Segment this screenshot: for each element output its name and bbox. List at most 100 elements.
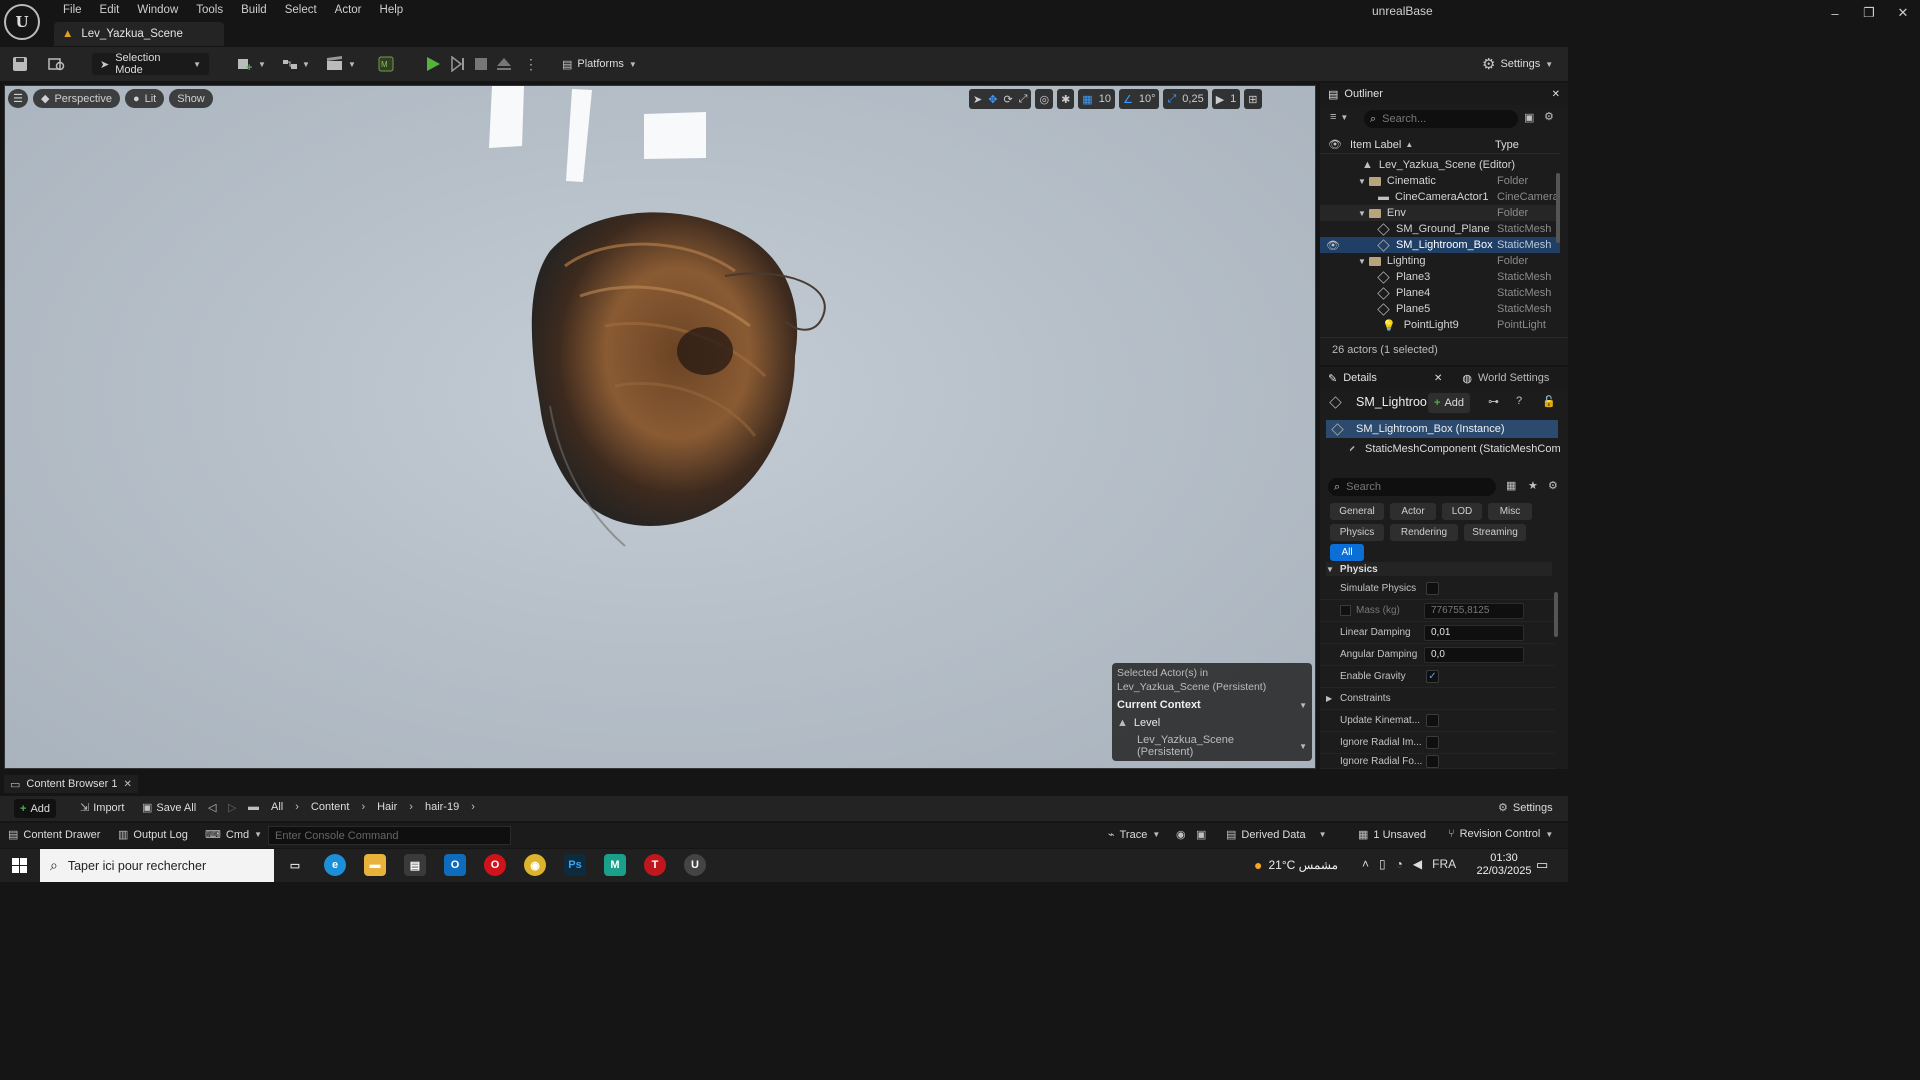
app-m-icon[interactable]: M	[604, 854, 626, 876]
details-search[interactable]: ⌕ Search	[1328, 478, 1496, 496]
tree-row[interactable]: ▼ Lighting Folder	[1320, 253, 1560, 269]
content-drawer-button[interactable]: ▤ Content Drawer	[8, 828, 100, 842]
category-general[interactable]: General	[1330, 503, 1384, 520]
eject-icon[interactable]	[496, 54, 512, 74]
photoshop-icon[interactable]: Ps	[564, 854, 586, 876]
content-browser-tab[interactable]: ▭ Content Browser 1 ✕	[4, 775, 138, 793]
close-icon[interactable]: ✕	[1886, 5, 1920, 21]
menu-tools[interactable]: Tools	[187, 4, 232, 16]
help-icon[interactable]: ?	[1516, 395, 1522, 407]
details-search-input[interactable]: Search	[1346, 481, 1381, 493]
close-icon[interactable]: ✕	[1434, 373, 1442, 384]
category-lod[interactable]: LOD	[1442, 503, 1482, 520]
tree-row[interactable]: Plane5 StaticMesh	[1320, 301, 1560, 317]
breadcrumb-hair-19[interactable]: hair-19	[425, 801, 459, 813]
gear-icon[interactable]: ⚙	[1544, 110, 1554, 123]
item-label-column[interactable]: Item Label	[1350, 139, 1401, 151]
chrome-icon[interactable]: ◉	[524, 854, 546, 876]
revision-control-dropdown[interactable]: ⑂ Revision Control ▼	[1448, 828, 1553, 840]
angular-damping-field[interactable]: 0,0	[1424, 646, 1524, 663]
cmd-dropdown[interactable]: ⌨ Cmd ▼	[205, 828, 262, 842]
save-icon[interactable]	[12, 54, 28, 74]
unsaved-button[interactable]: ▦ 1 Unsaved	[1358, 828, 1426, 842]
add-actor-button[interactable]: + ▼	[236, 54, 266, 74]
viewport-menu-icon[interactable]: ☰	[8, 89, 28, 108]
edge-icon[interactable]: e	[324, 854, 346, 876]
gear-icon[interactable]: ⚙	[1548, 479, 1558, 492]
menu-edit[interactable]: Edit	[91, 4, 129, 16]
select-tool-icon[interactable]: ➤	[973, 93, 982, 106]
tree-row-selected[interactable]: 👁 SM_Lightroom_Box StaticMesh	[1320, 237, 1560, 253]
blueprint-button[interactable]: ▼	[282, 54, 310, 74]
expand-icon[interactable]: ▼	[1358, 257, 1366, 266]
tree-row[interactable]: ▬ CineCameraActor1 CineCamera	[1320, 189, 1560, 205]
task-view-icon[interactable]: ▭	[284, 854, 306, 876]
close-icon[interactable]: ✕	[124, 779, 132, 790]
output-log-button[interactable]: ▥ Output Log	[118, 828, 188, 842]
chevron-right-icon[interactable]: ›	[295, 801, 299, 813]
component-row[interactable]: StaticMeshComponent (StaticMeshComp	[1350, 440, 1560, 458]
taskbar-search-input[interactable]: Taper ici pour rechercher	[68, 859, 206, 873]
language-indicator[interactable]: FRA	[1432, 857, 1456, 871]
lock-icon[interactable]: 🔓	[1542, 395, 1556, 408]
tree-row[interactable]: 💡 PointLight9 PointLight	[1320, 317, 1560, 333]
selection-mode-dropdown[interactable]: ➤ Selection Mode ▼	[92, 52, 209, 76]
stop-icon[interactable]	[473, 54, 489, 74]
star-icon[interactable]: ★	[1528, 479, 1538, 492]
settings-dropdown[interactable]: ⚙ Settings ▼	[1482, 54, 1553, 74]
store-icon[interactable]: ▤	[404, 854, 426, 876]
menu-actor[interactable]: Actor	[326, 4, 371, 16]
app-red-icon[interactable]: T	[644, 854, 666, 876]
update-kinematic-checkbox[interactable]	[1426, 714, 1439, 727]
perspective-button[interactable]: ◆ Perspective	[33, 89, 120, 108]
advance-frame-icon[interactable]	[450, 54, 466, 74]
outliner-tab[interactable]: ▤ Outliner ✕	[1320, 83, 1568, 105]
menu-select[interactable]: Select	[276, 4, 326, 16]
filter-button[interactable]: ≡ ▼	[1330, 111, 1348, 123]
console-input[interactable]: Enter Console Command	[268, 826, 511, 845]
grid-snap-button[interactable]: ▦ 10	[1078, 89, 1115, 109]
instance-row[interactable]: SM_Lightroom_Box (Instance)	[1326, 420, 1558, 438]
menu-build[interactable]: Build	[232, 4, 276, 16]
forward-icon[interactable]: ▷	[228, 801, 236, 814]
ignore-radial-impulse-checkbox[interactable]	[1426, 736, 1439, 749]
breadcrumb-hair[interactable]: Hair	[377, 801, 397, 813]
prop-constraints[interactable]: ▶ Constraints	[1320, 688, 1555, 710]
simulate-physics-checkbox[interactable]	[1426, 582, 1439, 595]
save-all-button[interactable]: ▣ Save All	[142, 801, 196, 815]
menu-file[interactable]: File	[54, 4, 91, 16]
mass-override-checkbox[interactable]	[1340, 605, 1351, 616]
restore-icon[interactable]: ❐	[1852, 5, 1886, 21]
file-explorer-icon[interactable]: ▬	[364, 854, 386, 876]
outliner-search[interactable]: ⌕ Search...	[1364, 110, 1518, 128]
rotate-tool-icon[interactable]: ⟳	[1003, 93, 1012, 106]
notification-icon[interactable]: ▭	[1536, 857, 1548, 873]
unreal-taskbar-icon[interactable]: U	[684, 854, 706, 876]
details-scrollbar[interactable]	[1554, 592, 1558, 637]
screenshot-icon[interactable]: ▣	[1196, 828, 1206, 841]
physics-section-header[interactable]: ▼ Physics	[1326, 562, 1552, 576]
minimize-icon[interactable]: –	[1818, 6, 1852, 21]
taskbar-search[interactable]: ⌕ Taper ici pour rechercher	[40, 849, 274, 882]
table-view-icon[interactable]: ▦	[1506, 479, 1516, 492]
eye-icon[interactable]: 👁	[1328, 138, 1342, 151]
opera-icon[interactable]: O	[484, 854, 506, 876]
chevron-up-icon[interactable]: ˄	[1362, 857, 1369, 871]
blueprint-icon[interactable]: ⊶	[1488, 395, 1499, 408]
chevron-right-icon[interactable]: ›	[471, 801, 475, 813]
lit-button[interactable]: ● Lit	[124, 89, 165, 108]
cinematics-button[interactable]: ▼	[326, 54, 356, 74]
content-settings-button[interactable]: ⚙ Settings	[1498, 801, 1553, 815]
eye-icon[interactable]: 👁	[1326, 239, 1340, 252]
expand-icon[interactable]: ▼	[1358, 209, 1366, 218]
surface-snap-icon[interactable]: ✱	[1057, 89, 1075, 109]
trace-dropdown[interactable]: ⌁ Trace ▼	[1108, 828, 1160, 842]
browse-icon[interactable]	[48, 54, 66, 74]
tree-row[interactable]: SM_Ground_Plane StaticMesh	[1320, 221, 1560, 237]
back-icon[interactable]: ◁	[208, 801, 216, 814]
menu-window[interactable]: Window	[128, 4, 187, 16]
outliner-scrollbar[interactable]	[1556, 173, 1560, 243]
windows-start-icon[interactable]	[12, 858, 28, 877]
category-actor[interactable]: Actor	[1390, 503, 1436, 520]
menu-help[interactable]: Help	[371, 4, 413, 16]
